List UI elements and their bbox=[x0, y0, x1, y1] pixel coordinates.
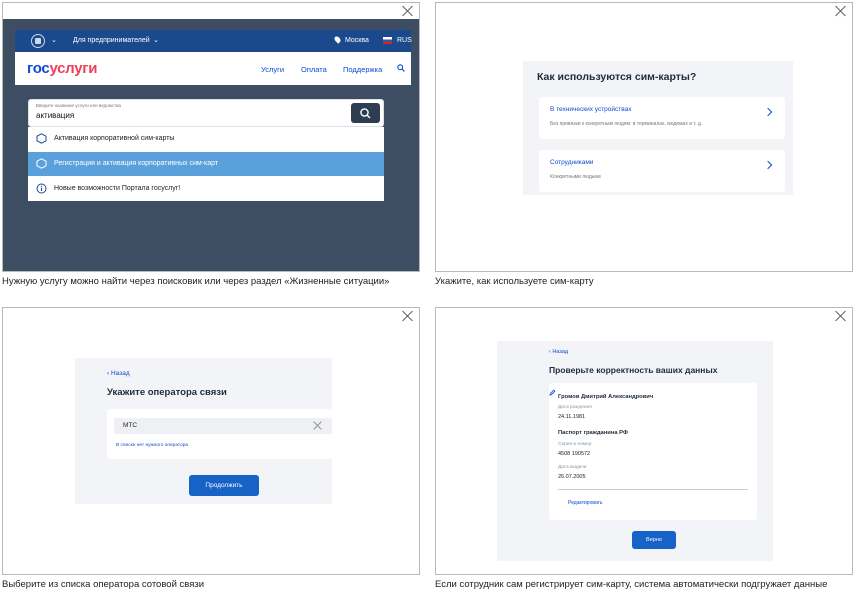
search-hint: Введите название услуги или ведомства bbox=[36, 103, 121, 108]
operator-select[interactable]: МТС bbox=[114, 418, 332, 434]
close-icon[interactable] bbox=[835, 310, 847, 322]
missing-operator-link[interactable]: В списке нет нужного оператора bbox=[116, 443, 188, 448]
continue-button[interactable]: Продолжить bbox=[189, 475, 259, 496]
panel-operator: ‹ Назад Укажите оператора связи МТС В сп… bbox=[2, 307, 420, 575]
hexagon-icon bbox=[36, 158, 47, 169]
data-box: Громов Дмитрий Александрович Дата рожден… bbox=[549, 383, 757, 520]
caption-search: Нужную услугу можно найти через поискови… bbox=[2, 276, 390, 287]
verify-title: Проверьте корректность ваших данных bbox=[549, 365, 718, 375]
info-icon bbox=[36, 183, 47, 194]
divider bbox=[558, 489, 748, 490]
issue-label: Дата выдачи bbox=[558, 465, 587, 470]
close-icon[interactable] bbox=[402, 5, 414, 17]
birth-value: 24.11.1981 bbox=[558, 414, 586, 420]
suggestion-item[interactable]: Активация корпоративной сим-карты bbox=[28, 127, 384, 151]
operator-title: Укажите оператора связи bbox=[107, 387, 227, 398]
panel-verify: ‹ Назад Проверьте корректность ваших дан… bbox=[435, 307, 853, 575]
edit-link[interactable]: Редактировать bbox=[568, 500, 603, 506]
search-button[interactable] bbox=[351, 103, 380, 123]
caption-usage: Укажите, как используете сим-карту bbox=[435, 276, 594, 287]
panel-search: ⌄ Для предпринимателей ⌄ Москва RUS госу… bbox=[2, 2, 420, 272]
usage-card: Как используются сим-карты? В технически… bbox=[523, 61, 793, 195]
flag-icon bbox=[383, 37, 392, 44]
confirm-button[interactable]: Верно bbox=[632, 531, 676, 549]
close-icon[interactable] bbox=[835, 5, 847, 17]
pencil-icon bbox=[549, 389, 556, 396]
gosuslugi-logo[interactable]: госуслуги bbox=[27, 60, 97, 77]
passport-title: Паспорт гражданина РФ bbox=[558, 430, 628, 436]
issue-value: 26.07.2005 bbox=[558, 474, 586, 480]
operator-box: МТС В списке нет нужного оператора bbox=[107, 409, 332, 459]
birth-label: Дата рождения bbox=[558, 405, 592, 410]
entrepreneurs-menu[interactable]: Для предпринимателей bbox=[73, 37, 150, 44]
search-icon bbox=[360, 108, 371, 119]
nav-payment[interactable]: Оплата bbox=[301, 65, 327, 74]
city-selector[interactable]: Москва bbox=[345, 37, 369, 44]
back-link[interactable]: ‹ Назад bbox=[107, 370, 130, 377]
search-input[interactable]: Введите название услуги или ведомства ак… bbox=[28, 99, 384, 127]
clear-icon[interactable] bbox=[312, 420, 322, 430]
location-pin-icon bbox=[333, 35, 342, 44]
top-bar: ⌄ Для предпринимателей ⌄ Москва RUS bbox=[15, 30, 412, 52]
nav-services[interactable]: Услуги bbox=[261, 65, 284, 74]
panel-usage: Как используются сим-карты? В технически… bbox=[435, 2, 853, 272]
usage-title: Как используются сим-карты? bbox=[537, 71, 697, 83]
language-selector[interactable]: RUS bbox=[397, 37, 412, 44]
nav-support[interactable]: Поддержка bbox=[343, 65, 382, 74]
series-label: Серия и номер bbox=[558, 442, 592, 447]
option-employees[interactable]: Сотрудниками Конкретными людьми bbox=[539, 150, 785, 192]
operator-card: ‹ Назад Укажите оператора связи МТС В сп… bbox=[75, 358, 332, 504]
caption-operator: Выберите из списка оператора сотовой свя… bbox=[2, 579, 205, 590]
person-name: Громов Дмитрий Александрович bbox=[558, 394, 654, 400]
chevron-down-icon[interactable]: ⌄ bbox=[153, 36, 159, 44]
hexagon-icon bbox=[36, 133, 47, 144]
emblem-icon bbox=[31, 34, 45, 48]
suggestion-item[interactable]: Новые возможности Портала госуслуг! bbox=[28, 177, 384, 201]
option-technical-devices[interactable]: В технических устройствах Без привязки к… bbox=[539, 97, 785, 139]
verify-card: ‹ Назад Проверьте корректность ваших дан… bbox=[497, 341, 773, 561]
suggestions-list: Активация корпоративной сим-карты Регист… bbox=[28, 127, 384, 201]
chevron-down-icon[interactable]: ⌄ bbox=[51, 36, 57, 44]
suggestion-item-selected[interactable]: Регистрация и активация корпоративных си… bbox=[28, 152, 384, 176]
chevron-right-icon bbox=[763, 107, 773, 117]
site-header: госуслуги Услуги Оплата Поддержка bbox=[15, 52, 411, 85]
back-link[interactable]: ‹ Назад bbox=[549, 349, 568, 355]
close-icon[interactable] bbox=[402, 310, 414, 322]
caption-verify: Если сотрудник сам регистрирует сим-карт… bbox=[435, 579, 828, 590]
chevron-right-icon bbox=[763, 160, 773, 170]
search-icon[interactable] bbox=[397, 64, 405, 72]
search-value: активация bbox=[36, 111, 75, 120]
series-value: 4508 190572 bbox=[558, 451, 591, 457]
